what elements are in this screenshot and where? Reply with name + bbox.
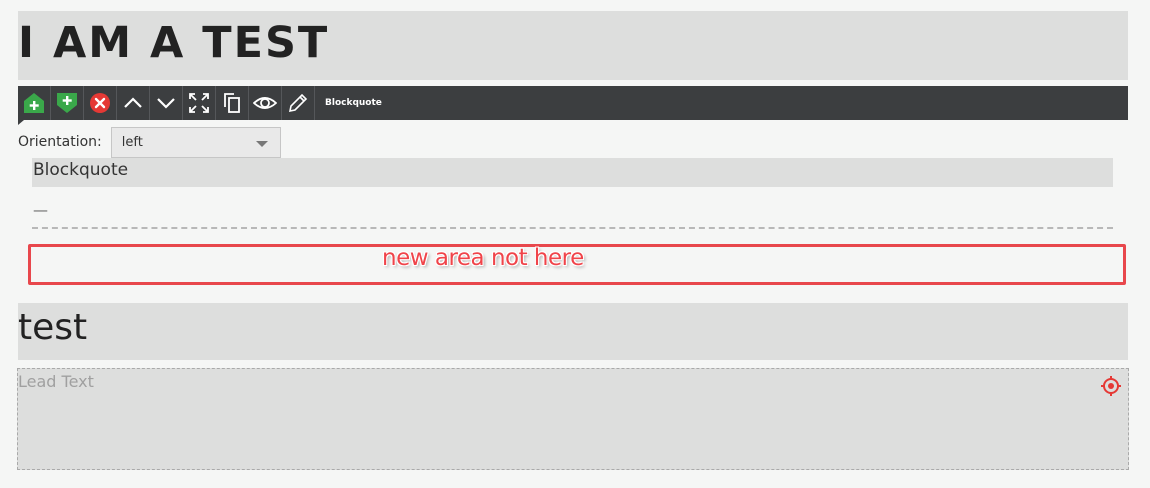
target-icon[interactable]	[1100, 375, 1122, 397]
fullscreen-icon	[189, 93, 209, 113]
fullscreen-button[interactable]	[183, 86, 216, 120]
move-up-icon	[124, 97, 142, 108]
add-above-icon	[24, 93, 44, 113]
move-down-icon	[157, 98, 175, 109]
orientation-row: Orientation: left	[18, 126, 281, 158]
orientation-label: Orientation:	[18, 134, 102, 150]
edit-icon	[288, 93, 308, 113]
annotation-text: new area not here	[382, 245, 584, 271]
lead-text-placeholder: Lead Text	[18, 372, 94, 391]
edit-button[interactable]	[282, 86, 315, 120]
copy-icon	[224, 93, 240, 113]
move-up-button[interactable]	[117, 86, 150, 120]
orientation-select[interactable]: left	[110, 126, 281, 158]
blockquote-divider	[32, 227, 1113, 229]
move-down-button[interactable]	[150, 86, 183, 120]
add-below-button[interactable]	[51, 86, 84, 120]
delete-button[interactable]	[84, 86, 117, 120]
test-heading-block[interactable]: test	[18, 303, 1128, 360]
add-below-icon	[57, 93, 77, 113]
block-toolbar: Blockquote	[18, 86, 1128, 125]
chevron-down-icon	[255, 140, 268, 147]
orientation-value: left	[121, 134, 143, 150]
toolbar-pointer	[18, 120, 24, 125]
preview-button[interactable]	[249, 86, 282, 120]
blockquote-text-field[interactable]: Blockquote	[32, 158, 1113, 187]
page-heading[interactable]: I AM A TEST	[18, 18, 329, 68]
add-above-button[interactable]	[18, 86, 51, 120]
copy-button[interactable]	[216, 86, 249, 120]
lead-text-area[interactable]: Lead Text	[17, 368, 1129, 470]
preview-icon	[253, 97, 277, 109]
heading-block[interactable]: I AM A TEST	[18, 11, 1128, 80]
block-type-label: Blockquote	[325, 98, 382, 108]
blockquote-citation[interactable]: —	[33, 201, 48, 219]
test-heading-text[interactable]: test	[18, 306, 87, 350]
delete-icon	[90, 93, 110, 113]
